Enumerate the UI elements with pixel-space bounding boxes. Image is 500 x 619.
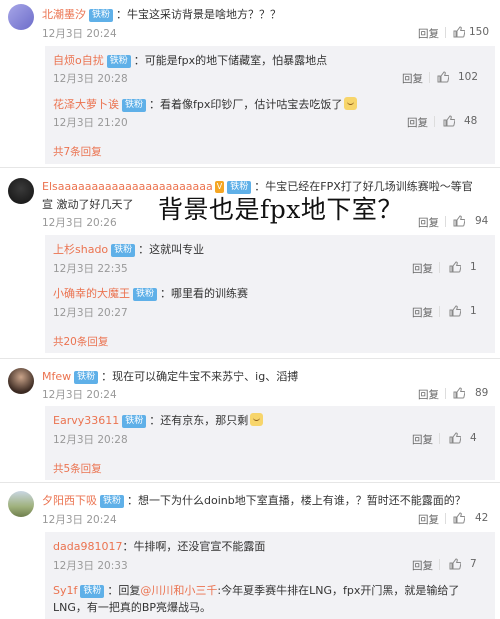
- reply-prefix: 回复: [118, 584, 141, 597]
- username[interactable]: 小确幸的大魔王: [53, 287, 130, 300]
- fan-badge: 铁粉: [74, 371, 99, 384]
- timestamp: 12月3日 20:24: [42, 389, 117, 401]
- thumb-up-icon[interactable]: [453, 387, 465, 399]
- comment-text: 现在可以确定牛宝不来苏宁、ig、滔搏: [112, 370, 299, 383]
- fan-badge: 铁粉: [133, 288, 158, 301]
- avatar[interactable]: [8, 4, 34, 30]
- reply-text: 牛排啊，还没官宣不能露面: [133, 540, 266, 553]
- timestamp: 12月3日 20:28: [53, 434, 128, 446]
- username[interactable]: 北潮墨汐: [42, 8, 86, 21]
- fan-badge: 铁粉: [122, 99, 147, 112]
- reply-text: 哪里看的训练赛: [171, 287, 249, 300]
- overlay-caption: 背景也是fpx地下室？: [158, 195, 403, 224]
- reply-button[interactable]: 回复: [407, 115, 428, 130]
- reply-text: 可能是fpx的地下储藏室，怕暴露地点: [144, 54, 328, 67]
- fan-badge: 铁粉: [80, 585, 105, 598]
- thumb-up-icon[interactable]: [453, 512, 465, 524]
- mention-link[interactable]: @川川和小三千: [140, 584, 217, 597]
- like-count: 150: [469, 26, 490, 38]
- username[interactable]: 夕阳西下吸: [42, 494, 97, 507]
- divider: [0, 167, 500, 168]
- divider: [0, 482, 500, 483]
- comment-3: Mfew 铁粉 ：现在可以确定牛宝不来苏宁、ig、滔搏 12月3日 20:24 回复…: [0, 360, 500, 480]
- like-count: 1: [470, 305, 477, 317]
- reply-text: :今年夏季赛牛排在LNG，fpx开门黑，就是输给了LNG，有一把真的BP亮爆战马…: [53, 584, 460, 614]
- like-count: 42: [475, 512, 489, 524]
- username[interactable]: 自烦o自扰: [53, 54, 104, 67]
- more-replies-link[interactable]: 共5条回复: [53, 461, 102, 476]
- thumb-up-icon[interactable]: [453, 215, 465, 227]
- thumb-up-icon[interactable]: [443, 115, 455, 127]
- fan-badge: 铁粉: [122, 415, 147, 428]
- more-replies-link[interactable]: 共7条回复: [53, 144, 102, 159]
- username[interactable]: Mfew: [42, 370, 71, 383]
- reply-button[interactable]: 回复: [418, 387, 439, 402]
- timestamp: 12月3日 21:20: [53, 117, 128, 129]
- timestamp: 12月3日 20:24: [42, 514, 117, 526]
- username[interactable]: Sy1f: [53, 584, 77, 597]
- reply-list: 自烦o自扰 铁粉 ：可能是fpx的地下储藏室，怕暴露地点 12月3日 20:28 回…: [45, 46, 495, 164]
- thumb-up-icon[interactable]: [437, 71, 449, 83]
- comment-text: 想一下为什么doinb地下室直播，楼上有谁，？暂时还不能露面的？: [138, 494, 466, 507]
- reply-button[interactable]: 回复: [412, 261, 433, 276]
- username[interactable]: 花泽大萝卜诶: [53, 98, 119, 111]
- reply-button[interactable]: 回复: [418, 26, 439, 41]
- like-count: 102: [458, 71, 479, 83]
- divider: [0, 358, 500, 359]
- fan-badge: 铁粉: [89, 9, 114, 22]
- timestamp: 12月3日 20:27: [53, 307, 128, 319]
- thumb-up-icon[interactable]: [453, 26, 465, 38]
- reply-button[interactable]: 回复: [418, 512, 439, 527]
- reply-text: 看着像fpx印钞厂，估计咕宝去吃饭了: [160, 98, 343, 111]
- smile-emoji-icon: [344, 97, 358, 110]
- reply-list: dada981017：牛排啊，还没官宣不能露面 12月3日 20:33 回复 7…: [45, 532, 495, 619]
- fan-badge: 铁粉: [100, 495, 125, 508]
- username[interactable]: 上杉shado: [53, 243, 108, 256]
- reply-button[interactable]: 回复: [412, 432, 433, 447]
- reply-button[interactable]: 回复: [412, 558, 433, 573]
- avatar[interactable]: [8, 178, 34, 204]
- like-count: 1: [470, 261, 477, 273]
- comment-1: 北潮墨汐 铁粉 ：牛宝这采访背景是啥地方？？？ 12月3日 20:24 回复 150…: [0, 0, 500, 165]
- smile-emoji-icon: [250, 413, 264, 426]
- like-count: 7: [470, 558, 477, 570]
- reply-button[interactable]: 回复: [412, 305, 433, 320]
- comment-text: 牛宝这采访背景是啥地方？？？: [127, 8, 282, 21]
- like-count: 94: [475, 215, 489, 227]
- username[interactable]: Earvy33611: [53, 414, 119, 427]
- reply-list: 上杉shado 铁粉 ：这就叫专业 12月3日 22:35 回复 1 小确幸的大魔王…: [45, 235, 495, 353]
- thumb-up-icon[interactable]: [449, 305, 461, 317]
- username[interactable]: dada981017: [53, 540, 122, 553]
- like-count: 48: [464, 115, 478, 127]
- reply-text: 还有京东，那只剩: [160, 414, 249, 427]
- reply-text: 这就叫专业: [149, 243, 205, 256]
- reply-list: Earvy33611 铁粉 ：还有京东，那只剩 12月3日 20:28 回复 4 共…: [45, 406, 495, 480]
- timestamp: 12月3日 20:28: [53, 73, 128, 85]
- thumb-up-icon[interactable]: [449, 432, 461, 444]
- like-count: 89: [475, 387, 489, 399]
- timestamp: 12月3日 20:33: [53, 560, 128, 572]
- timestamp: 12月3日 20:24: [42, 28, 117, 40]
- fan-badge: 铁粉: [111, 244, 136, 257]
- reply-button[interactable]: 回复: [418, 215, 439, 230]
- fan-badge: 铁粉: [106, 55, 131, 68]
- timestamp: 12月3日 20:26: [42, 217, 117, 229]
- comment-4: 夕阳西下吸 铁粉 ：想一下为什么doinb地下室直播，楼上有谁，？暂时还不能露面的？…: [0, 485, 500, 619]
- thumb-up-icon[interactable]: [449, 558, 461, 570]
- like-count: 4: [470, 432, 477, 444]
- timestamp: 12月3日 22:35: [53, 263, 128, 275]
- avatar[interactable]: [8, 368, 34, 394]
- more-replies-link[interactable]: 共20条回复: [53, 334, 108, 349]
- reply-button[interactable]: 回复: [402, 71, 423, 86]
- avatar[interactable]: [8, 491, 34, 517]
- thumb-up-icon[interactable]: [449, 261, 461, 273]
